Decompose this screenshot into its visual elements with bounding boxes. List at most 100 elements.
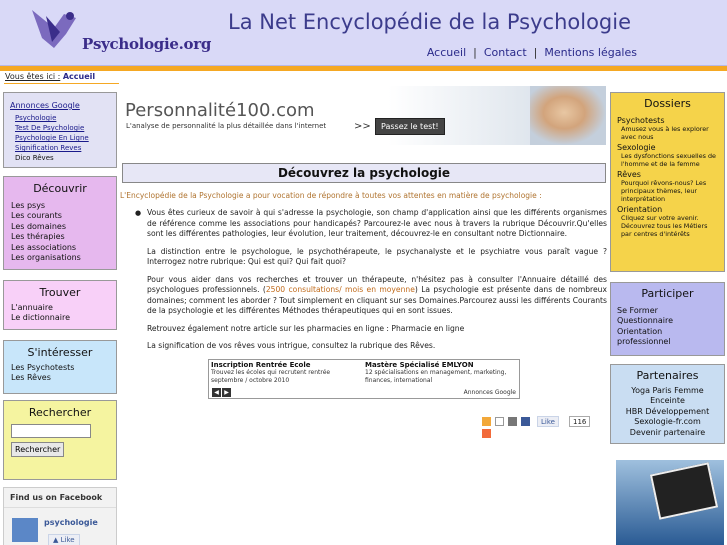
facebook-like-button[interactable]: ▲ Like <box>48 534 80 545</box>
sidebar-ad-image[interactable] <box>616 460 724 545</box>
link-psychotests[interactable]: Les Psychotests <box>11 363 74 372</box>
plus-share-icon[interactable] <box>482 429 491 438</box>
nav-mentions-legales[interactable]: Mentions légales <box>544 46 637 59</box>
dossier-psychotests[interactable]: Psychotests <box>617 116 718 125</box>
participer-title: Participer <box>641 287 694 300</box>
nav-accueil[interactable]: Accueil <box>427 46 466 59</box>
link-reves[interactable]: Les Rêves <box>11 373 51 382</box>
banner-woman-photo <box>530 86 606 145</box>
paragraph-3: Pour vous aider dans vos recherches et t… <box>147 275 607 317</box>
facebook-box: Find us on Facebook psychologie ▲ Like <box>3 487 117 545</box>
main-content: Vous êtes curieux de savoir à qui s'adre… <box>147 208 607 359</box>
dossier-orientation[interactable]: Orientation <box>617 205 718 214</box>
link-professionnel[interactable]: professionnel <box>617 337 671 346</box>
personnalite100-banner[interactable]: Personnalité100.com L'analyse de personn… <box>122 86 606 145</box>
link-les-therapies[interactable]: Les thérapies <box>11 232 65 241</box>
ad-link-test-psychologie[interactable]: Test De Psychologie <box>10 123 110 133</box>
partner-enceinte[interactable]: Enceinte <box>650 396 685 405</box>
nav-contact[interactable]: Contact <box>484 46 527 59</box>
ad-link-dico-reves[interactable]: Dico Rêves <box>10 153 110 163</box>
ad-prev-icon[interactable]: ◀ <box>212 388 221 397</box>
link-les-psys[interactable]: Les psys <box>11 201 45 210</box>
google-ads-title[interactable]: Annonces Google <box>10 101 110 110</box>
dossiers-box: Dossiers Psychotests Amusez vous à les e… <box>610 92 725 272</box>
paragraph-1: Vous êtes curieux de savoir à qui s'adre… <box>147 208 607 238</box>
dossiers-title: Dossiers <box>644 97 691 110</box>
consultations-highlight: 2500 consultations/ mois en moyenne <box>265 285 415 294</box>
dossier-reves-desc: Pourquoi rêvons-nous? Les principaux thè… <box>621 179 707 203</box>
ad-link-psychologie[interactable]: Psychologie <box>10 113 110 123</box>
email-icon[interactable] <box>495 417 504 426</box>
banner-arrows: >> <box>354 121 371 132</box>
facebook-title: Find us on Facebook <box>4 488 116 508</box>
breadcrumb-current[interactable]: Accueil <box>63 72 95 81</box>
decouvrir-title: Découvrir <box>33 182 87 195</box>
ad-next-icon[interactable]: ▶ <box>222 388 231 397</box>
page-heading: Découvrez la psychologie <box>122 163 606 183</box>
link-se-former[interactable]: Se Former <box>617 306 658 315</box>
partenaires-box: Partenaires Yoga Paris Femme Enceinte HB… <box>610 364 725 444</box>
link-dictionnaire[interactable]: Le dictionnaire <box>11 313 70 322</box>
ad-link-psychologie-en-ligne[interactable]: Psychologie En Ligne <box>10 133 110 143</box>
facebook-page-name[interactable]: psychologie <box>44 518 98 527</box>
dossier-orientation-desc: Cliquez sur votre avenir. Découvrez tous… <box>621 214 708 238</box>
facebook-like-label: Like <box>60 536 75 544</box>
thumbs-up-icon: ▲ <box>53 536 59 544</box>
bullet-icon: ● <box>135 209 142 217</box>
intro-text: L'Encyclopédie de la Psychologie a pour … <box>120 191 542 200</box>
participer-box: Participer Se Former Questionnaire Orien… <box>610 282 725 356</box>
facebook-icon[interactable] <box>521 417 530 426</box>
paragraph-4: Retrouvez également notre article sur le… <box>147 323 465 333</box>
ad-right[interactable]: Mastère Spécialisé EMLYON 12 spécialisat… <box>365 361 515 385</box>
search-button[interactable]: Rechercher <box>11 442 65 457</box>
header-accent-bar <box>0 66 727 71</box>
bookmark-icon[interactable] <box>482 417 491 426</box>
share-like-count: 116 <box>569 416 591 427</box>
site-logo[interactable]: Psychologie.org <box>24 8 211 54</box>
ad-google-label[interactable]: Annonces Google <box>464 389 516 396</box>
share-like-button[interactable]: Like <box>537 416 559 427</box>
ad-left-title[interactable]: Inscription Rentrée Ecole <box>211 361 361 369</box>
search-input[interactable] <box>11 424 91 438</box>
link-devenir-partenaire[interactable]: Devenir partenaire <box>630 428 705 437</box>
ad-link-signification-reves[interactable]: Signification Reves <box>10 143 110 153</box>
banner-subtitle: L'analyse de personnalité la plus détail… <box>126 122 327 130</box>
ad-nav: ◀ ▶ <box>212 387 232 397</box>
dossier-reves[interactable]: Rêves <box>617 170 718 179</box>
partner-yoga-paris[interactable]: Yoga Paris Femme <box>631 386 703 395</box>
link-orientation[interactable]: Orientation <box>617 327 662 336</box>
site-title: La Net Encyclopédie de la Psychologie <box>228 10 632 34</box>
paragraph-5: La signification de vos rêves vous intri… <box>147 341 436 350</box>
ad-right-desc: 12 spécialisations en management, market… <box>365 369 507 384</box>
ad-left[interactable]: Inscription Rentrée Ecole Trouvez les éc… <box>211 361 361 385</box>
partenaires-title: Partenaires <box>636 369 699 382</box>
decouvrir-box: Découvrir Les psys Les courants Les doma… <box>3 176 117 270</box>
interesser-box: S'intéresser Les Psychotests Les Rêves <box>3 340 117 394</box>
link-les-courants[interactable]: Les courants <box>11 211 62 220</box>
link-questionnaire[interactable]: Questionnaire <box>617 316 673 325</box>
print-icon[interactable] <box>508 417 517 426</box>
google-ad-block: Inscription Rentrée Ecole Trouvez les éc… <box>208 359 520 399</box>
dossier-sexologie[interactable]: Sexologie <box>617 143 718 152</box>
link-annuaire[interactable]: L'annuaire <box>11 303 53 312</box>
nav-separator: | <box>473 46 477 59</box>
partner-sexologie-fr[interactable]: Sexologie-fr.com <box>634 417 700 426</box>
breadcrumb: Vous êtes ici : Accueil <box>5 72 95 81</box>
dossier-sexologie-desc: Les dysfonctions sexuelles de l'homme et… <box>621 152 716 168</box>
nav-separator: | <box>533 46 538 59</box>
breadcrumb-label: Vous êtes ici : <box>5 72 61 81</box>
facebook-page-avatar[interactable] <box>12 518 38 542</box>
logo-text: Psychologie.org <box>82 35 212 53</box>
link-les-associations[interactable]: Les associations <box>11 243 76 252</box>
header: Psychologie.org La Net Encyclopédie de l… <box>0 0 727 66</box>
banner-title: Personnalité100.com <box>125 100 315 121</box>
banner-test-button[interactable]: Passez le test! <box>375 118 445 135</box>
partner-hbr[interactable]: HBR Développement <box>626 407 709 416</box>
ad-right-title[interactable]: Mastère Spécialisé EMLYON <box>365 361 515 369</box>
ad-left-desc: Trouvez les écoles qui recrutent rentrée… <box>211 369 331 384</box>
top-nav: Accueil | Contact | Mentions légales <box>427 46 637 59</box>
link-les-domaines[interactable]: Les domaines <box>11 222 66 231</box>
dossier-psychotests-desc: Amusez vous à les explorer avec nous <box>621 125 709 141</box>
link-les-organisations[interactable]: Les organisations <box>11 253 81 262</box>
rechercher-title: Rechercher <box>28 406 92 419</box>
